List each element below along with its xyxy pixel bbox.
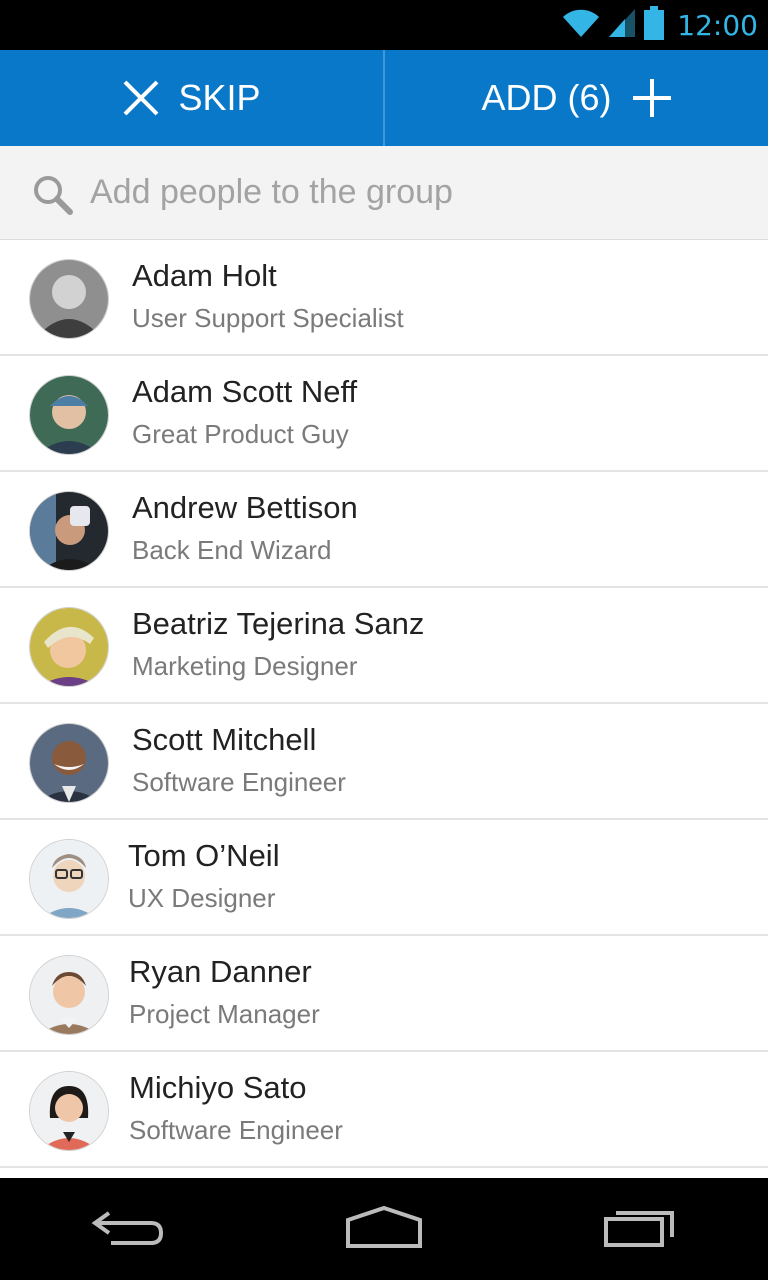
search-input[interactable]	[90, 166, 730, 218]
contact-name: Tom O’Neil	[128, 838, 280, 873]
contact-role: UX Designer	[128, 883, 276, 913]
battery-icon	[643, 5, 665, 45]
avatar	[29, 723, 109, 803]
contact-row[interactable]: Adam Scott Neff Great Product Guy	[0, 356, 768, 472]
contact-role: Software Engineer	[132, 767, 346, 797]
contact-role: User Support Specialist	[132, 303, 404, 333]
contact-name: Ryan Danner	[129, 954, 312, 989]
status-bar: 12:00	[0, 0, 768, 50]
avatar	[29, 839, 109, 919]
back-button[interactable]	[68, 1189, 188, 1269]
add-label: ADD (6)	[481, 77, 612, 118]
home-button[interactable]	[324, 1189, 444, 1269]
contact-role: Back End Wizard	[132, 535, 332, 565]
skip-label: SKIP	[178, 77, 261, 118]
status-time: 12:00	[677, 8, 758, 42]
contact-list: Adam Holt User Support Specialist Adam S…	[0, 240, 768, 1178]
recent-apps-button[interactable]	[580, 1189, 700, 1269]
contact-name: Beatriz Tejerina Sanz	[132, 606, 425, 641]
contact-name: Michiyo Sato	[129, 1070, 307, 1105]
add-button[interactable]: ADD (6)	[385, 50, 768, 146]
contact-name: Adam Scott Neff	[132, 374, 358, 409]
avatar	[29, 491, 109, 571]
avatar	[29, 607, 109, 687]
contact-row[interactable]: Michiyo Sato Software Engineer	[0, 1052, 768, 1168]
back-icon	[91, 1207, 165, 1252]
contact-role: Marketing Designer	[132, 651, 358, 681]
contact-name: Scott Mitchell	[132, 722, 317, 757]
action-bar: SKIP ADD (6)	[0, 50, 768, 146]
contact-row[interactable]: Scott Mitchell Software Engineer	[0, 704, 768, 820]
contact-row[interactable]: Beatriz Tejerina Sanz Marketing Designer	[0, 588, 768, 704]
avatar	[29, 375, 109, 455]
avatar	[29, 955, 109, 1035]
skip-button[interactable]: SKIP	[0, 50, 383, 146]
search-icon	[32, 174, 74, 221]
contact-row[interactable]: Tom O’Neil UX Designer	[0, 820, 768, 936]
contact-role: Project Manager	[129, 999, 320, 1029]
plus-icon	[632, 78, 672, 118]
contact-row[interactable]: Ryan Danner Project Manager	[0, 936, 768, 1052]
contact-name: Adam Holt	[132, 258, 277, 293]
nav-bar	[0, 1178, 768, 1280]
contact-role: Software Engineer	[129, 1115, 343, 1145]
contact-row[interactable]: Andrew Bettison Back End Wizard	[0, 472, 768, 588]
close-icon	[122, 79, 160, 117]
avatar	[29, 1071, 109, 1151]
search-bar	[0, 146, 768, 240]
contact-row[interactable]: Adam Holt User Support Specialist	[0, 240, 768, 356]
recent-apps-icon	[602, 1207, 678, 1252]
contact-name: Andrew Bettison	[132, 490, 358, 525]
avatar	[29, 259, 109, 339]
contact-role: Great Product Guy	[132, 419, 349, 449]
wifi-icon	[561, 7, 601, 44]
status-icons: 12:00	[561, 5, 758, 45]
signal-icon	[607, 7, 637, 44]
home-icon	[344, 1205, 424, 1253]
